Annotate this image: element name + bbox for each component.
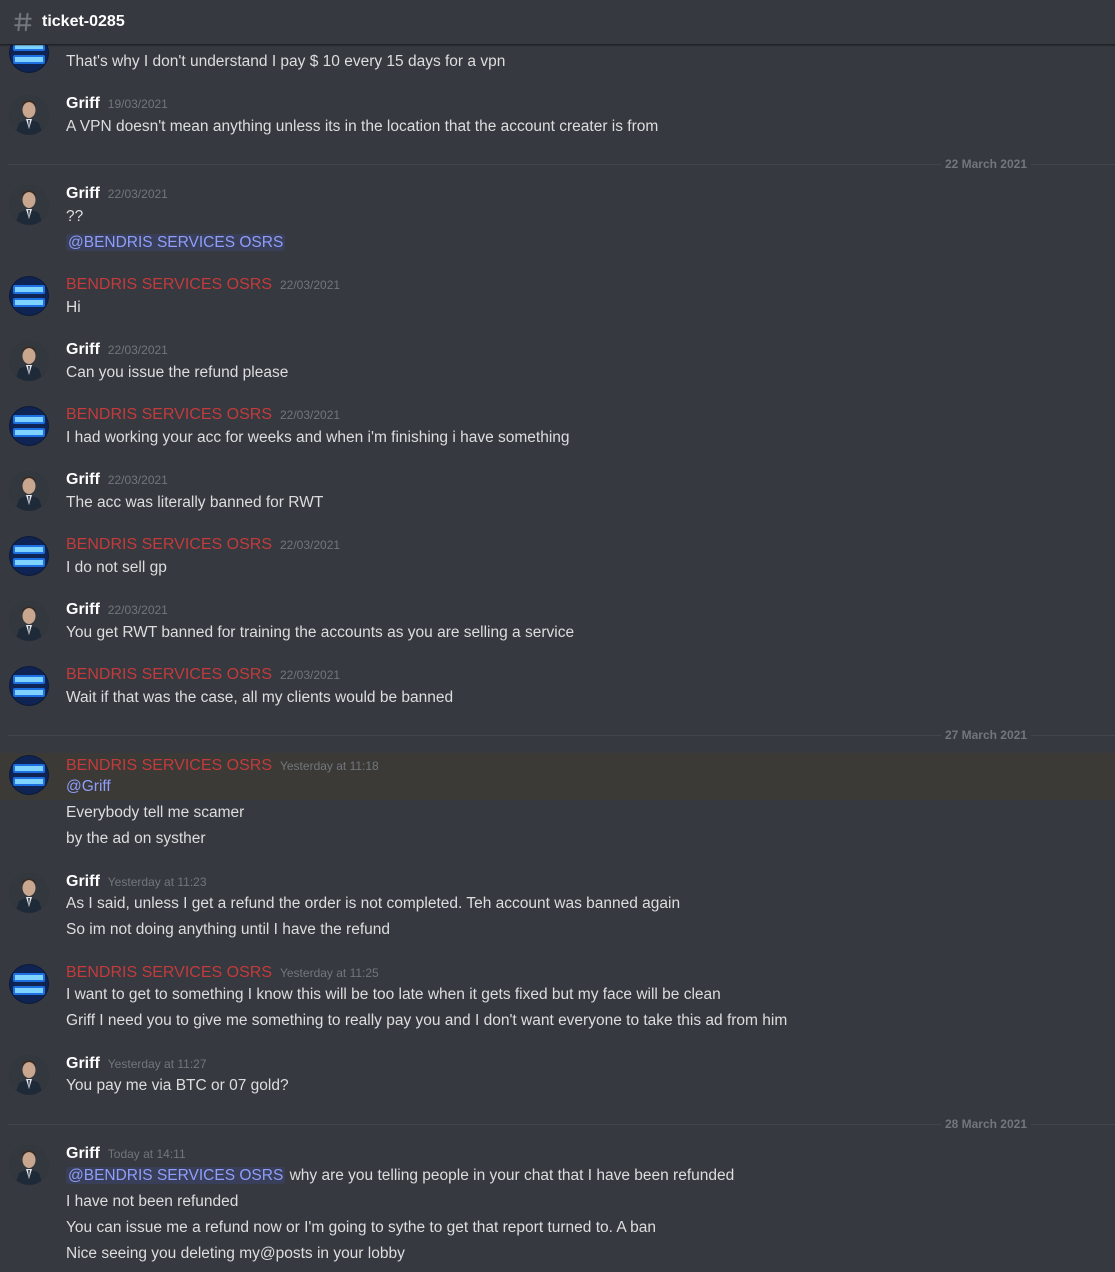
channel-header: ticket-0285 [0,0,1115,45]
timestamp[interactable]: 22/03/2021 [280,408,340,422]
message: BENDRIS SERVICES OSRS Yesterday at 11:25… [0,959,1115,1035]
message-text: Griff I need you to give me something to… [66,1012,788,1029]
message-text: @BENDRIS SERVICES OSRS why are you telli… [66,1166,734,1186]
message-text: I want to get to something I know this w… [66,986,721,1003]
date-divider-label: 28 March 2021 [940,1117,1031,1131]
message-text: Hi [66,299,81,316]
user-mention[interactable]: @BENDRIS SERVICES OSRS [66,1167,286,1184]
griff-avatar[interactable] [9,471,49,511]
griff-avatar[interactable] [9,873,49,913]
author-name[interactable]: Griff [66,873,100,891]
message: Griff 22/03/2021 You get RWT banned for … [0,596,1115,646]
bendris-avatar[interactable] [9,666,49,706]
author-name[interactable]: Griff [66,95,100,113]
date-divider: 28 March 2021 [8,1117,1115,1131]
date-divider-label: 22 March 2021 [940,157,1031,171]
timestamp[interactable]: 22/03/2021 [108,603,168,617]
message: BENDRIS SERVICES OSRS 22/03/2021 Hi [0,271,1115,321]
message-text: The acc was literally banned for RWT [66,494,324,511]
message-text: Everybody tell me scamer [66,804,245,821]
author-name[interactable]: BENDRIS SERVICES OSRS [66,406,272,424]
bendris-avatar[interactable] [9,964,49,1004]
message: Griff Today at 14:11 @BENDRIS SERVICES O… [0,1140,1115,1272]
message-text: I had working your acc for weeks and whe… [66,429,570,446]
message-text-rest: why are you telling people in your chat … [285,1167,735,1184]
message-text: So im not doing anything until I have th… [66,921,390,938]
author-name[interactable]: BENDRIS SERVICES OSRS [66,276,272,294]
message-continuation: Everybody tell me scamer by the ad on sy… [0,800,1115,852]
bendris-avatar[interactable] [9,406,49,446]
message: Griff Yesterday at 11:23 As I said, unle… [0,868,1115,944]
message: Griff 22/03/2021 The acc was literally b… [0,466,1115,516]
user-mention[interactable]: @BENDRIS SERVICES OSRS [66,234,286,251]
timestamp[interactable]: Today at 14:11 [108,1147,186,1161]
griff-avatar[interactable] [9,185,49,225]
message-text: You get RWT banned for training the acco… [66,624,575,641]
hash-icon [14,12,32,32]
message-text: @Griff [66,777,111,797]
message-text: I have not been refunded [66,1193,239,1210]
bendris-avatar[interactable] [9,536,49,576]
griff-avatar[interactable] [9,1145,49,1185]
timestamp[interactable]: 22/03/2021 [280,278,340,292]
message-text: As I said, unless I get a refund the ord… [66,895,681,912]
griff-avatar[interactable] [9,95,49,135]
message: BENDRIS SERVICES OSRS 22/03/2021 I had w… [0,401,1115,451]
griff-avatar[interactable] [9,341,49,381]
bendris-avatar[interactable] [9,276,49,316]
user-mention[interactable]: @Griff [66,778,111,795]
bendris-avatar[interactable] [9,755,49,795]
message: Griff 19/03/2021 A VPN doesn't mean anyt… [0,90,1115,140]
author-name[interactable]: Griff [66,601,100,619]
date-divider: 22 March 2021 [8,157,1115,171]
message: Griff 22/03/2021 ?? @BENDRIS SERVICES OS… [0,180,1115,260]
timestamp[interactable]: 22/03/2021 [108,343,168,357]
griff-avatar[interactable] [9,1055,49,1095]
author-name[interactable]: Griff [66,1055,100,1073]
message-text: by the ad on systher [66,830,206,847]
timestamp[interactable]: Yesterday at 11:23 [108,875,207,889]
author-name[interactable]: BENDRIS SERVICES OSRS [66,964,272,982]
author-name[interactable]: Griff [66,1145,100,1163]
timestamp[interactable]: Yesterday at 11:25 [280,966,379,980]
message-text: You can issue me a refund now or I'm goi… [66,1219,657,1236]
timestamp[interactable]: 22/03/2021 [108,187,168,201]
timestamp[interactable]: 22/03/2021 [280,668,340,682]
message-highlighted: BENDRIS SERVICES OSRS Yesterday at 11:18… [0,753,1115,800]
message-text: @BENDRIS SERVICES OSRS [66,233,286,253]
griff-avatar[interactable] [9,601,49,641]
timestamp[interactable]: Yesterday at 11:27 [108,1057,207,1071]
author-name[interactable]: Griff [66,341,100,359]
message-text: ?? [66,208,84,225]
message-text: Wait if that was the case, all my client… [66,689,454,706]
author-name[interactable]: BENDRIS SERVICES OSRS [66,536,272,554]
message-text: Nice seeing you deleting my@posts in you… [66,1245,405,1262]
message: Griff Yesterday at 11:27 You pay me via … [0,1050,1115,1100]
message-feed[interactable]: That's why I don't understand I pay $ 10… [0,0,1115,1272]
message: BENDRIS SERVICES OSRS 22/03/2021 I do no… [0,531,1115,581]
author-name[interactable]: Griff [66,185,100,203]
timestamp[interactable]: 22/03/2021 [280,538,340,552]
author-name[interactable]: BENDRIS SERVICES OSRS [66,666,272,684]
channel-name[interactable]: ticket-0285 [42,13,125,31]
message-text: A VPN doesn't mean anything unless its i… [66,118,659,135]
message-text: I do not sell gp [66,559,167,576]
date-divider: 27 March 2021 [8,728,1115,742]
message: Griff 22/03/2021 Can you issue the refun… [0,336,1115,386]
message-text: That's why I don't understand I pay $ 10… [66,53,506,70]
author-name[interactable]: BENDRIS SERVICES OSRS [66,757,272,775]
timestamp[interactable]: 19/03/2021 [108,97,168,111]
timestamp[interactable]: Yesterday at 11:18 [280,759,379,773]
author-name[interactable]: Griff [66,471,100,489]
message: BENDRIS SERVICES OSRS 22/03/2021 Wait if… [0,661,1115,711]
message-text: Can you issue the refund please [66,364,289,381]
timestamp[interactable]: 22/03/2021 [108,473,168,487]
date-divider-label: 27 March 2021 [940,728,1031,742]
message-text: You pay me via BTC or 07 gold? [66,1077,289,1094]
